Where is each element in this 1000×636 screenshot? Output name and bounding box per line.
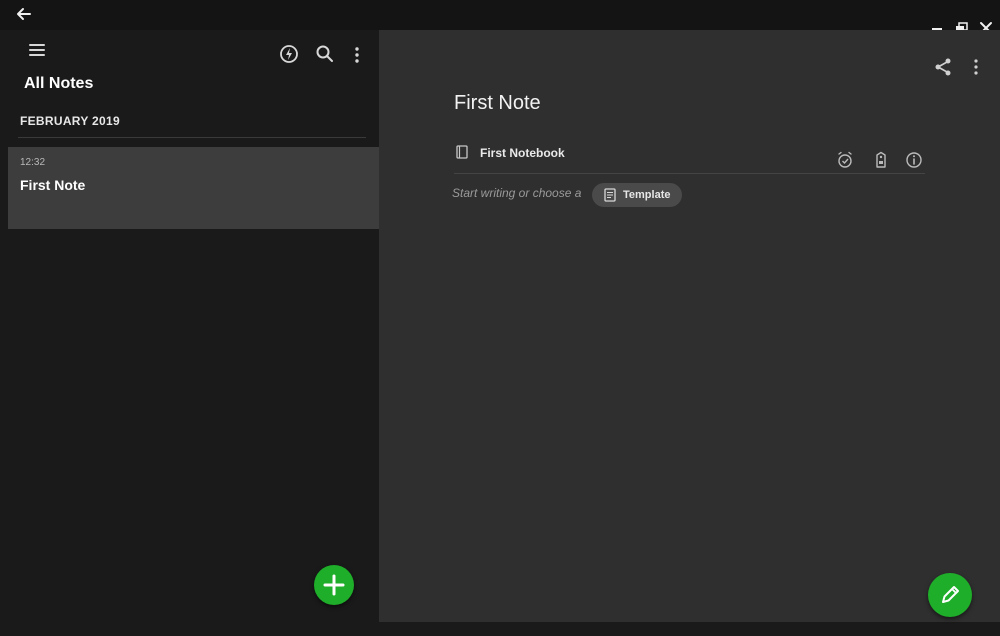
divider	[454, 173, 925, 174]
reminder-alarm-icon[interactable]	[836, 151, 854, 169]
pencil-icon	[928, 573, 972, 617]
back-arrow-icon[interactable]	[14, 5, 34, 23]
sync-icon[interactable]	[278, 43, 300, 65]
notebook-selector[interactable]: First Notebook	[480, 146, 565, 160]
editor-placeholder[interactable]: Start writing or choose a	[452, 186, 581, 200]
search-icon[interactable]	[314, 43, 336, 65]
note-title: First Note	[20, 177, 86, 193]
share-icon[interactable]	[933, 57, 953, 77]
plus-icon	[314, 565, 354, 605]
info-icon[interactable]	[905, 151, 923, 169]
template-button-label: Template	[623, 189, 671, 201]
title-bar	[0, 0, 1000, 34]
tag-icon[interactable]	[872, 151, 890, 169]
template-icon	[604, 188, 616, 202]
edit-note-button[interactable]	[928, 573, 972, 617]
more-vertical-icon[interactable]	[966, 57, 986, 77]
template-button[interactable]: Template	[592, 183, 682, 207]
divider	[18, 137, 366, 138]
app-window: All Notes FEBRUARY 2019 12:32 First Note…	[0, 0, 1000, 636]
page-title: All Notes	[24, 75, 94, 92]
note-timestamp: 12:32	[20, 157, 46, 168]
notes-list-pane: All Notes FEBRUARY 2019 12:32 First Note	[0, 30, 379, 622]
notebook-icon	[456, 145, 468, 159]
list-item[interactable]: 12:32 First Note	[8, 147, 379, 229]
more-vertical-icon[interactable]	[346, 44, 368, 66]
section-header: FEBRUARY 2019	[20, 114, 120, 128]
note-title-input[interactable]: First Note	[454, 92, 541, 115]
new-note-button[interactable]	[314, 565, 354, 605]
note-editor-pane: First Note First Notebook Start writing …	[379, 30, 1000, 622]
hamburger-menu-icon[interactable]	[26, 39, 48, 61]
